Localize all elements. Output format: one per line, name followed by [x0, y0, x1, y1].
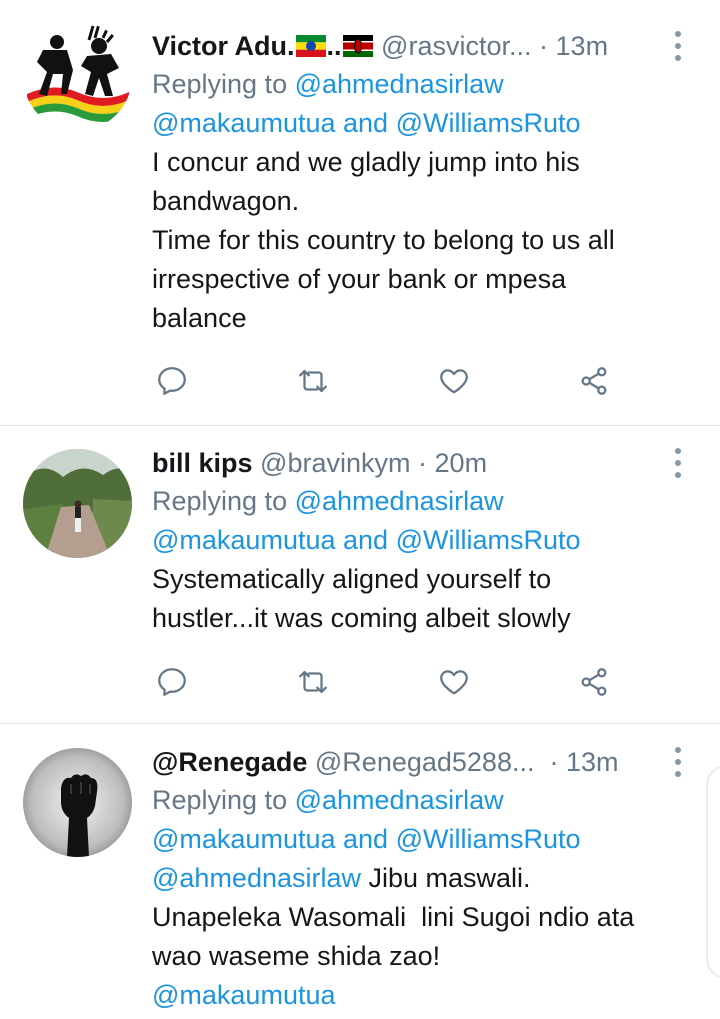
tweet-text-line: @makaumutua	[152, 976, 692, 1015]
mention-link[interactable]: @ahmednasirlaw	[152, 863, 361, 893]
reply-icon	[158, 367, 186, 395]
tweet-text-line: bandwagon.	[152, 186, 300, 216]
separator-dot: ·	[418, 448, 428, 478]
avatar-bill-kips[interactable]	[23, 449, 132, 558]
user-handle[interactable]: @rasvictor...	[381, 31, 531, 61]
offscreen-card-edge	[706, 765, 720, 979]
retweet-icon	[299, 369, 327, 393]
mention-link[interactable]: @makaumutua	[152, 108, 336, 138]
tweet-text-line: balance	[152, 303, 247, 333]
tweet-text-line: @ahmednasirlaw Jibu maswali.	[152, 859, 692, 898]
tweet-actions	[152, 364, 622, 404]
mention-link[interactable]: @WilliamsRuto	[396, 525, 581, 555]
replying-to-line-2: @makaumutua and @WilliamsRuto	[152, 104, 692, 143]
like-button[interactable]	[437, 364, 477, 404]
tweet-text: Jibu maswali.	[361, 863, 531, 893]
replying-to-label: Replying to	[152, 785, 288, 815]
reply-button[interactable]	[155, 665, 195, 705]
display-name[interactable]: Victor Adu.	[152, 31, 295, 61]
kenya-flag-icon	[342, 29, 373, 57]
mention-and: and	[343, 525, 389, 555]
tweet-actions	[152, 665, 622, 705]
runner-photo-icon	[23, 449, 132, 558]
avatar-victor[interactable]	[23, 22, 132, 131]
replying-to-line-2: @makaumutua and @WilliamsRuto	[152, 820, 692, 859]
timestamp[interactable]: 13m	[556, 31, 609, 61]
user-handle[interactable]: @Renegad5288...	[315, 747, 535, 777]
mention-and: and	[343, 824, 389, 854]
tweet-text-line: Systematically aligned yourself to	[152, 564, 552, 594]
replying-to-label: Replying to	[152, 486, 288, 516]
share-icon	[581, 668, 607, 696]
timestamp[interactable]: 20m	[435, 448, 488, 478]
dancers-logo-icon	[23, 22, 132, 131]
mention-link[interactable]: @ahmednasirlaw	[295, 486, 504, 516]
avatar-renegade[interactable]	[23, 748, 132, 857]
timestamp[interactable]: 13m	[566, 747, 619, 777]
tweet-header: Victor Adu... @rasvictor... · 13m	[152, 27, 692, 65]
tweet-3[interactable]: @Renegade @Renegad5288... · 13m Replying…	[0, 724, 720, 1019]
mention-link[interactable]: @makaumutua	[152, 980, 336, 1010]
retweet-button[interactable]	[296, 364, 336, 404]
ethiopia-flag-icon	[295, 29, 326, 57]
reply-icon	[158, 668, 186, 696]
mention-link[interactable]: @ahmednasirlaw	[295, 69, 504, 99]
separator-dot: ·	[539, 31, 549, 61]
tweet-text-line: Time for this country to belong to us al…	[152, 225, 615, 255]
mention-link[interactable]: @makaumutua	[152, 525, 336, 555]
display-name[interactable]: bill kips	[152, 448, 253, 478]
retweet-icon	[299, 670, 327, 694]
more-options-icon[interactable]	[666, 448, 690, 478]
like-button[interactable]	[437, 665, 477, 705]
tweet-text-line: hustler...it was coming albeit slowly	[152, 603, 571, 633]
tweet-header: @Renegade @Renegad5288... · 13m	[152, 743, 692, 781]
more-options-icon[interactable]	[666, 31, 690, 61]
replying-to-label: Replying to	[152, 69, 288, 99]
tweet-text-line: Unapeleka Wasomali lini Sugoi ndio ata	[152, 902, 635, 932]
mention-link[interactable]: @WilliamsRuto	[396, 824, 581, 854]
replying-to-line: Replying to @ahmednasirlaw	[152, 65, 692, 104]
reply-button[interactable]	[155, 364, 195, 404]
tweet-text-line: I concur and we gladly jump into his	[152, 147, 580, 177]
mention-and: and	[343, 108, 389, 138]
tweet-2[interactable]: bill kips @bravinkym · 20m Replying to @…	[0, 426, 720, 723]
tweet-header: bill kips @bravinkym · 20m	[152, 444, 692, 482]
tweet-text-line: irrespective of your bank or mpesa	[152, 264, 567, 294]
user-handle[interactable]: @bravinkym	[260, 448, 410, 478]
display-name-mid: ..	[326, 31, 342, 61]
share-button[interactable]	[577, 665, 617, 705]
replying-to-line: Replying to @ahmednasirlaw	[152, 781, 692, 820]
more-options-icon[interactable]	[666, 747, 690, 777]
tweet-text-line: wao waseme shida zao!	[152, 941, 441, 971]
raised-fist-icon	[23, 748, 132, 857]
replying-to-line: Replying to @ahmednasirlaw	[152, 482, 692, 521]
share-icon	[581, 367, 607, 395]
retweet-button[interactable]	[296, 665, 336, 705]
tweet-1[interactable]: Victor Adu... @rasvictor... · 13m Replyi…	[0, 0, 720, 425]
like-icon	[440, 670, 468, 695]
mention-link[interactable]: @ahmednasirlaw	[295, 785, 504, 815]
mention-link[interactable]: @WilliamsRuto	[396, 108, 581, 138]
share-button[interactable]	[577, 364, 617, 404]
mention-link[interactable]: @makaumutua	[152, 824, 336, 854]
like-icon	[440, 369, 468, 394]
separator-dot: ·	[541, 747, 559, 777]
replying-to-line-2: @makaumutua and @WilliamsRuto	[152, 521, 692, 560]
display-name[interactable]: @Renegade	[152, 747, 307, 777]
